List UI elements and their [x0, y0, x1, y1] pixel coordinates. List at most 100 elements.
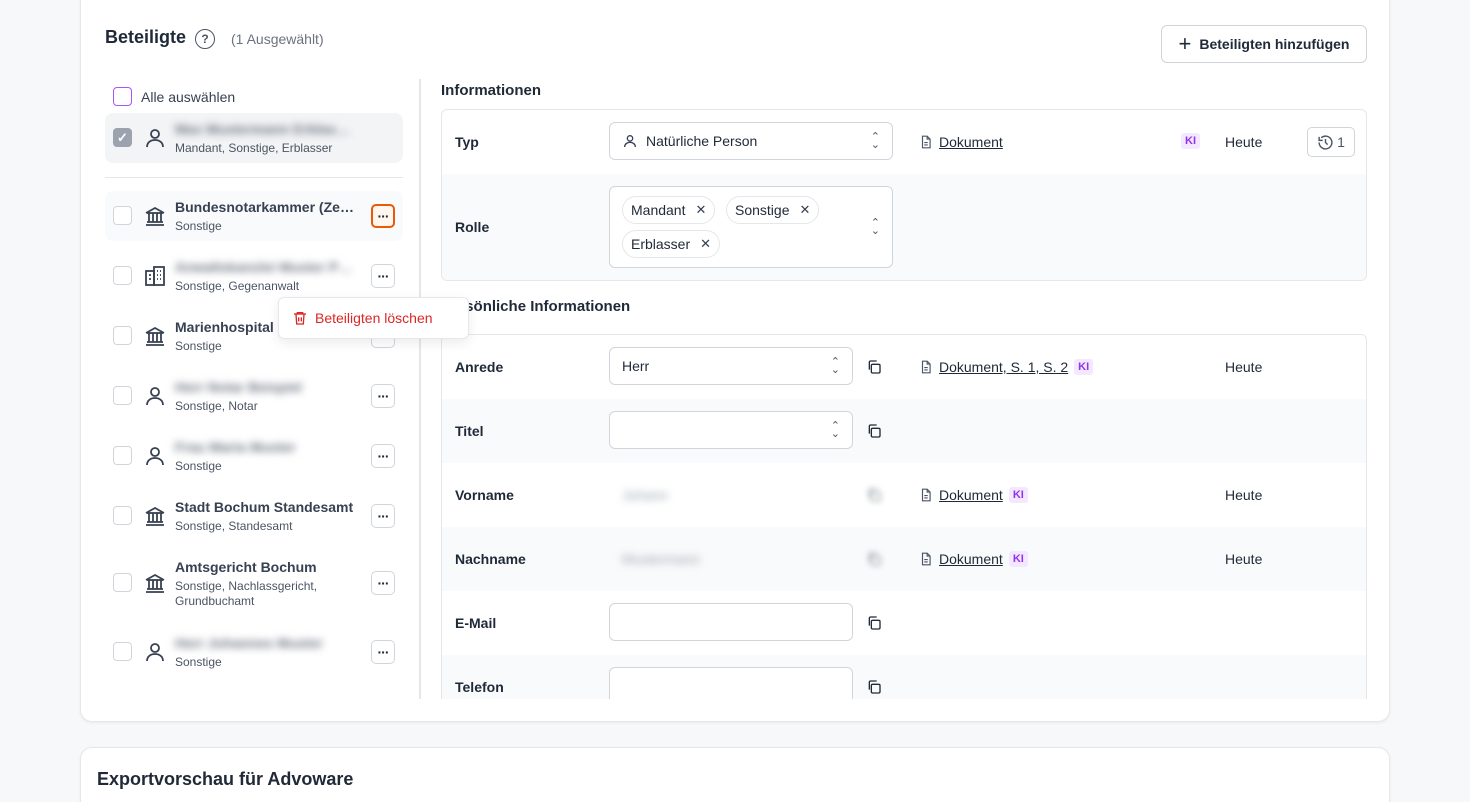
titel-select[interactable]: ⌃ ⌄: [609, 411, 853, 449]
item-checkbox[interactable]: [113, 326, 132, 345]
typ-select[interactable]: Natürliche Person ⌃ ⌄: [609, 122, 893, 160]
vorname-date: Heute: [1225, 487, 1263, 503]
item-name: Herr Notar Beispiel: [175, 379, 302, 395]
email-field[interactable]: [609, 603, 853, 641]
chevron-updown-icon: ⌃ ⌄: [870, 217, 880, 237]
more-options-button[interactable]: ···: [371, 504, 395, 528]
copy-icon[interactable]: [866, 551, 882, 567]
delete-participant-label: Beteiligten löschen: [315, 310, 433, 326]
person-icon: [146, 643, 164, 662]
ki-badge: KI: [1074, 359, 1094, 375]
telefon-label: Telefon: [455, 679, 504, 695]
anrede-select[interactable]: Herr ⌃ ⌄: [609, 347, 853, 385]
typ-source[interactable]: Dokument: [919, 134, 1003, 150]
nachname-date: Heute: [1225, 551, 1263, 567]
history-icon: [1318, 134, 1333, 150]
select-all-label: Alle auswählen: [141, 88, 236, 105]
list-item[interactable]: Bundesnotarkammer (Zentrales Testamentsr…: [105, 191, 403, 241]
item-checkbox[interactable]: ✓: [113, 128, 132, 147]
participant-list: Alle auswählen ✓ Max Mustermann Erblasse…: [105, 79, 403, 699]
rolle-multiselect[interactable]: Mandant ✕ Sonstige ✕ Erblasser ✕ ⌃ ⌄: [609, 186, 893, 268]
item-name: Frau Maria Muster: [175, 439, 296, 455]
close-icon[interactable]: ✕: [799, 202, 810, 218]
item-roles: Sonstige, Standesamt: [175, 519, 293, 533]
item-checkbox[interactable]: [113, 506, 132, 525]
list-item[interactable]: Anwaltskanzlei Muster Partner Sonstige, …: [105, 251, 403, 301]
role-tag[interactable]: Mandant ✕: [622, 196, 716, 224]
vorname-source[interactable]: Dokument KI: [919, 487, 1028, 503]
add-participant-button[interactable]: + Beteiligten hinzufügen: [1161, 25, 1367, 63]
copy-icon[interactable]: [866, 359, 882, 375]
item-checkbox[interactable]: [113, 386, 132, 405]
close-icon[interactable]: ✕: [700, 236, 711, 252]
item-checkbox[interactable]: [113, 266, 132, 285]
nachname-value[interactable]: Mustermann: [622, 551, 700, 567]
item-name: Anwaltskanzlei Muster Partner: [175, 259, 355, 275]
anrede-value: Herr: [622, 358, 650, 374]
institution-icon: [145, 506, 165, 526]
copy-icon[interactable]: [866, 423, 882, 439]
anrede-label: Anrede: [455, 359, 504, 375]
role-tag-label: Sonstige: [735, 202, 790, 218]
select-all[interactable]: Alle auswählen: [113, 87, 235, 106]
document-icon: [921, 488, 931, 502]
vorname-label: Vorname: [455, 487, 514, 503]
list-item[interactable]: ✓ Max Mustermann Erblasser Mandant, Sons…: [105, 113, 403, 163]
more-options-button[interactable]: ···: [371, 640, 395, 664]
nachname-label: Nachname: [455, 551, 526, 567]
item-name: Bundesnotarkammer (Zentrales Testamentsr…: [175, 199, 355, 215]
history-button[interactable]: 1: [1307, 127, 1355, 157]
help-icon[interactable]: ?: [195, 29, 215, 49]
vorname-source-link[interactable]: Dokument: [939, 487, 1003, 503]
vorname-value[interactable]: Johann: [622, 487, 668, 503]
row-typ: Typ Natürliche Person ⌃ ⌄ Dokument KI Heu…: [442, 110, 1366, 174]
copy-icon[interactable]: [866, 487, 882, 503]
copy-icon[interactable]: [866, 679, 882, 695]
list-divider: [105, 177, 403, 178]
chevron-updown-icon: ⌃ ⌄: [830, 420, 840, 440]
anrede-source-link[interactable]: Dokument, S. 1, S. 2: [939, 359, 1068, 375]
close-icon[interactable]: ✕: [695, 202, 706, 218]
more-options-button[interactable]: ···: [371, 571, 395, 595]
anrede-source[interactable]: Dokument, S. 1, S. 2 KI: [919, 359, 1094, 375]
item-checkbox[interactable]: [113, 573, 132, 592]
item-checkbox[interactable]: [113, 206, 132, 225]
nachname-source-link[interactable]: Dokument: [939, 551, 1003, 567]
chevron-updown-icon: ⌃ ⌄: [830, 356, 840, 376]
more-options-button[interactable]: ···: [371, 204, 395, 228]
nachname-source[interactable]: Dokument KI: [919, 551, 1028, 567]
list-item[interactable]: Herr Johannes Muster Sonstige ···: [105, 627, 403, 677]
person-icon: [146, 387, 164, 406]
section-title-informationen: Informationen: [441, 82, 541, 99]
ki-badge: KI: [1181, 133, 1200, 149]
more-options-button[interactable]: ···: [371, 444, 395, 468]
participant-details: Informationen Typ Natürliche Person ⌃ ⌄ D…: [441, 79, 1367, 699]
role-tag[interactable]: Erblasser ✕: [622, 230, 721, 258]
vertical-divider: [419, 79, 421, 699]
typ-source-link[interactable]: Dokument: [939, 134, 1003, 150]
list-item[interactable]: Amtsgericht Bochum Sonstige, Nachlassger…: [105, 551, 403, 615]
more-options-button[interactable]: ···: [371, 384, 395, 408]
ki-badge: KI: [1008, 487, 1028, 503]
role-tag[interactable]: Sonstige ✕: [726, 196, 820, 224]
anrede-date: Heute: [1225, 359, 1263, 375]
telefon-field[interactable]: [609, 667, 853, 699]
item-checkbox[interactable]: [113, 642, 132, 661]
list-item[interactable]: Herr Notar Beispiel Sonstige, Notar ···: [105, 371, 403, 421]
list-item[interactable]: Frau Maria Muster Sonstige ···: [105, 431, 403, 481]
item-name: Max Mustermann Erblasser: [175, 121, 355, 137]
item-roles: Sonstige, Gegenanwalt: [175, 279, 300, 293]
role-tag-label: Mandant: [631, 202, 686, 218]
item-checkbox[interactable]: [113, 446, 132, 465]
select-all-checkbox[interactable]: [113, 87, 132, 106]
institution-icon: [145, 326, 165, 346]
copy-icon[interactable]: [866, 615, 882, 631]
delete-participant-menu-item[interactable]: Beteiligten löschen: [278, 297, 469, 339]
item-roles: Sonstige: [175, 219, 222, 233]
role-tag-label: Erblasser: [631, 236, 691, 252]
ki-badge: KI: [1008, 551, 1028, 567]
item-roles: Sonstige: [175, 655, 222, 669]
list-item[interactable]: Stadt Bochum Standesamt Sonstige, Stande…: [105, 491, 403, 541]
history-count: 1: [1337, 134, 1345, 150]
more-options-button[interactable]: ···: [371, 264, 395, 288]
